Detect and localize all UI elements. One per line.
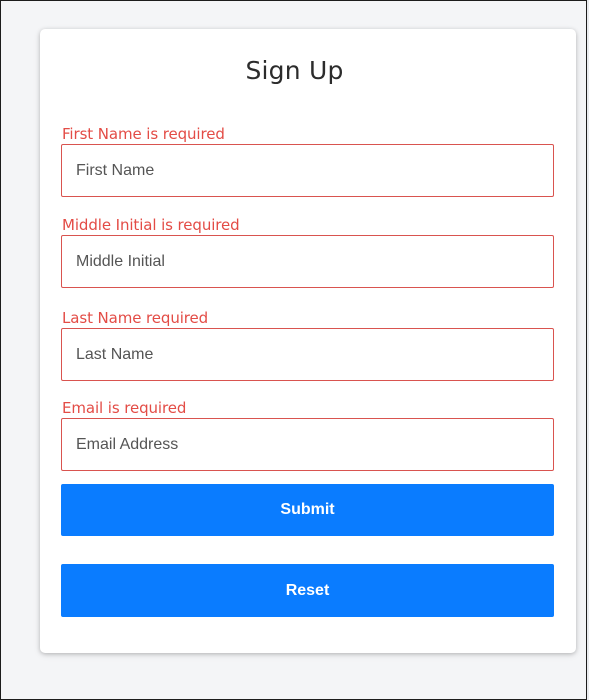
first-name-group: First Name is required [61, 124, 554, 197]
middle-initial-input[interactable] [61, 235, 554, 288]
email-input[interactable] [61, 418, 554, 471]
middle-initial-group: Middle Initial is required [61, 215, 554, 288]
reset-button[interactable]: Reset [61, 564, 554, 617]
first-name-error: First Name is required [62, 125, 225, 143]
submit-button[interactable]: Submit [61, 484, 554, 536]
email-group: Email is required [61, 398, 554, 471]
last-name-input[interactable] [61, 328, 554, 381]
first-name-input[interactable] [61, 144, 554, 197]
page-title: Sign Up [245, 56, 344, 85]
last-name-error: Last Name required [62, 309, 209, 327]
email-error: Email is required [62, 399, 187, 417]
last-name-group: Last Name required [61, 308, 554, 381]
middle-initial-error: Middle Initial is required [62, 216, 240, 234]
